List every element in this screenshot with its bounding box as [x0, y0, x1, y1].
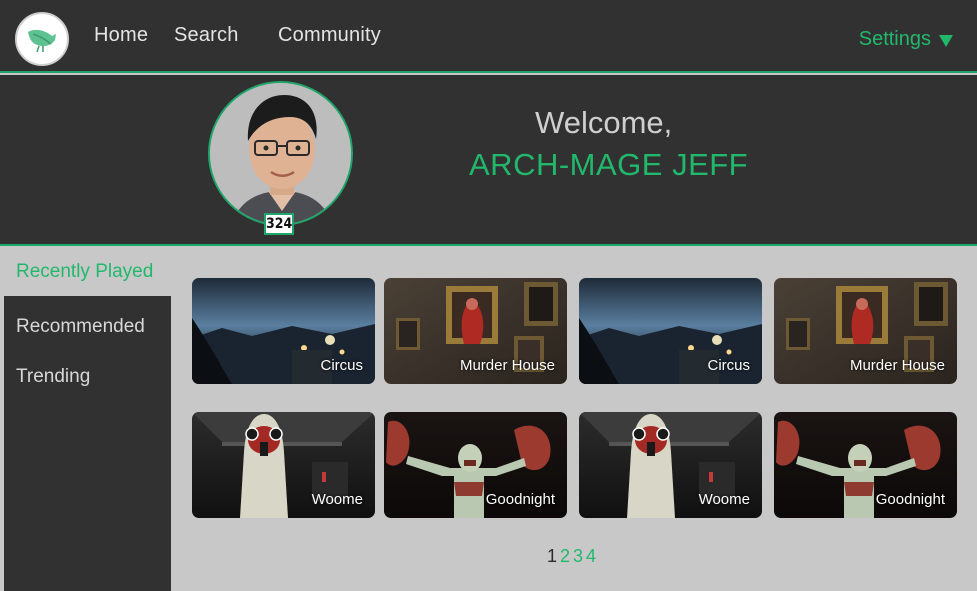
nav-home-link[interactable]: Home — [94, 24, 148, 47]
nav-search-link[interactable]: Search — [174, 24, 239, 47]
game-title: Woome — [311, 491, 363, 508]
username-text: ARCH-MAGE JEFF — [469, 147, 749, 182]
settings-dropdown[interactable]: Settings — [859, 28, 953, 51]
game-tile-goodnight[interactable]: Goodnight — [384, 412, 567, 518]
user-avatar[interactable] — [208, 81, 353, 226]
game-title: Goodnight — [485, 491, 555, 508]
game-tile-goodnight[interactable]: Goodnight — [774, 412, 957, 518]
game-title: Circus — [707, 357, 750, 374]
welcome-text: Welcome, — [535, 105, 673, 140]
caret-down-icon — [939, 34, 953, 47]
nav-community-link[interactable]: Community — [278, 24, 381, 47]
page-3-link[interactable]: 3 — [573, 546, 583, 567]
pagination: 1 2 3 4 — [547, 546, 596, 567]
game-title: Murder House — [849, 357, 945, 374]
game-tile-circus[interactable]: Circus — [579, 278, 762, 384]
game-tile-murder-house[interactable]: Murder House — [774, 278, 957, 384]
game-tile-woome[interactable]: Woome — [579, 412, 762, 518]
game-title: Murder House — [459, 357, 555, 374]
sidebar-item-trending[interactable]: Trending — [4, 366, 171, 388]
game-tile-woome[interactable]: Woome — [192, 412, 375, 518]
profile-header: 324 Welcome, ARCH-MAGE JEFF — [0, 75, 977, 246]
level-badge: 324 — [264, 213, 294, 235]
sidebar-item-recently-played[interactable]: Recently Played — [4, 248, 171, 296]
category-sidebar: Recently Played Recommended Trending — [4, 248, 171, 591]
settings-label: Settings — [858, 28, 931, 50]
game-tile-circus[interactable]: Circus — [192, 278, 375, 384]
leaf-bird-logo-icon[interactable] — [15, 12, 69, 66]
game-title: Woome — [698, 491, 750, 508]
page-2-link[interactable]: 2 — [560, 546, 570, 567]
sidebar-item-recommended[interactable]: Recommended — [4, 316, 171, 338]
page-4-link[interactable]: 4 — [586, 546, 596, 567]
game-title: Circus — [320, 357, 363, 374]
game-tile-murder-house[interactable]: Murder House — [384, 278, 567, 384]
page-1-link[interactable]: 1 — [547, 546, 557, 567]
top-navigation: Home Search Community Settings — [0, 0, 977, 73]
game-title: Goodnight — [875, 491, 945, 508]
